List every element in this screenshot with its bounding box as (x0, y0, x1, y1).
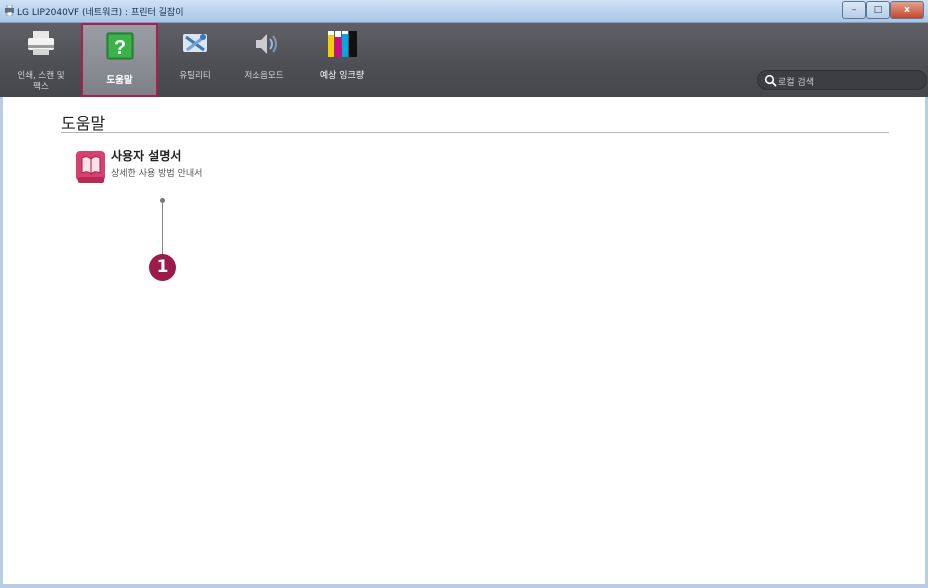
window-left-border (0, 97, 3, 588)
help-question-icon: ? (106, 32, 133, 60)
minimize-button[interactable]: – (842, 1, 866, 19)
title-divider (61, 132, 889, 133)
close-button[interactable]: x (890, 1, 924, 19)
callout-number-badge: 1 (149, 254, 176, 281)
manual-subtitle: 상세한 사용 방법 안내서 (111, 169, 203, 179)
toolbar-ink-levels[interactable]: 예상 잉크량 (310, 23, 374, 97)
window-titlebar[interactable]: LG LIP2040VF (네트워크) : 프린터 길잡이 – □ x (0, 0, 928, 23)
window-title: LG LIP2040VF (네트워크) : 프린터 길잡이 (17, 8, 184, 18)
toolbar-print-scan-fax-label-1: 인쇄, 스캔 및 (17, 71, 65, 81)
main-toolbar: 인쇄, 스캔 및 팩스 ? 도움말 유틸리티 저소음모드 예상 잉크량 로컬 검… (0, 23, 928, 97)
page-title: 도움말 (61, 114, 106, 133)
search-placeholder: 로컬 검색 (778, 78, 814, 88)
maximize-button[interactable]: □ (866, 1, 890, 19)
window-bottom-border (0, 584, 928, 588)
speaker-icon (256, 34, 277, 54)
printer-app-icon (5, 5, 14, 16)
toolbar-utility[interactable]: 유틸리티 (160, 23, 230, 97)
manual-book-icon (76, 151, 105, 183)
toolbar-utility-label: 유틸리티 (179, 71, 211, 81)
window-controls: – □ x (842, 1, 924, 19)
svg-text:?: ? (113, 37, 125, 59)
toolbar-quiet-mode[interactable]: 저소음모드 (232, 23, 296, 97)
printer-icon (28, 31, 54, 55)
search-icon (764, 74, 777, 87)
toolbar-help-label: 도움말 (106, 75, 133, 86)
toolbar-quiet-mode-label: 저소음모드 (244, 71, 284, 81)
manual-title: 사용자 설명서 (111, 149, 182, 163)
callout-leader-line (162, 202, 163, 254)
toolbar-print-scan-fax[interactable]: 인쇄, 스캔 및 팩스 (0, 23, 82, 97)
user-manual-link[interactable]: 사용자 설명서 상세한 사용 방법 안내서 (75, 146, 265, 190)
toolbar-help[interactable]: ? 도움말 (81, 23, 158, 97)
tools-icon (183, 34, 207, 52)
toolbar-ink-levels-label: 예상 잉크량 (319, 71, 365, 81)
toolbar-print-scan-fax-label-2: 팩스 (33, 82, 49, 92)
local-search-box[interactable]: 로컬 검색 (757, 70, 927, 90)
ink-levels-icon (328, 31, 357, 57)
